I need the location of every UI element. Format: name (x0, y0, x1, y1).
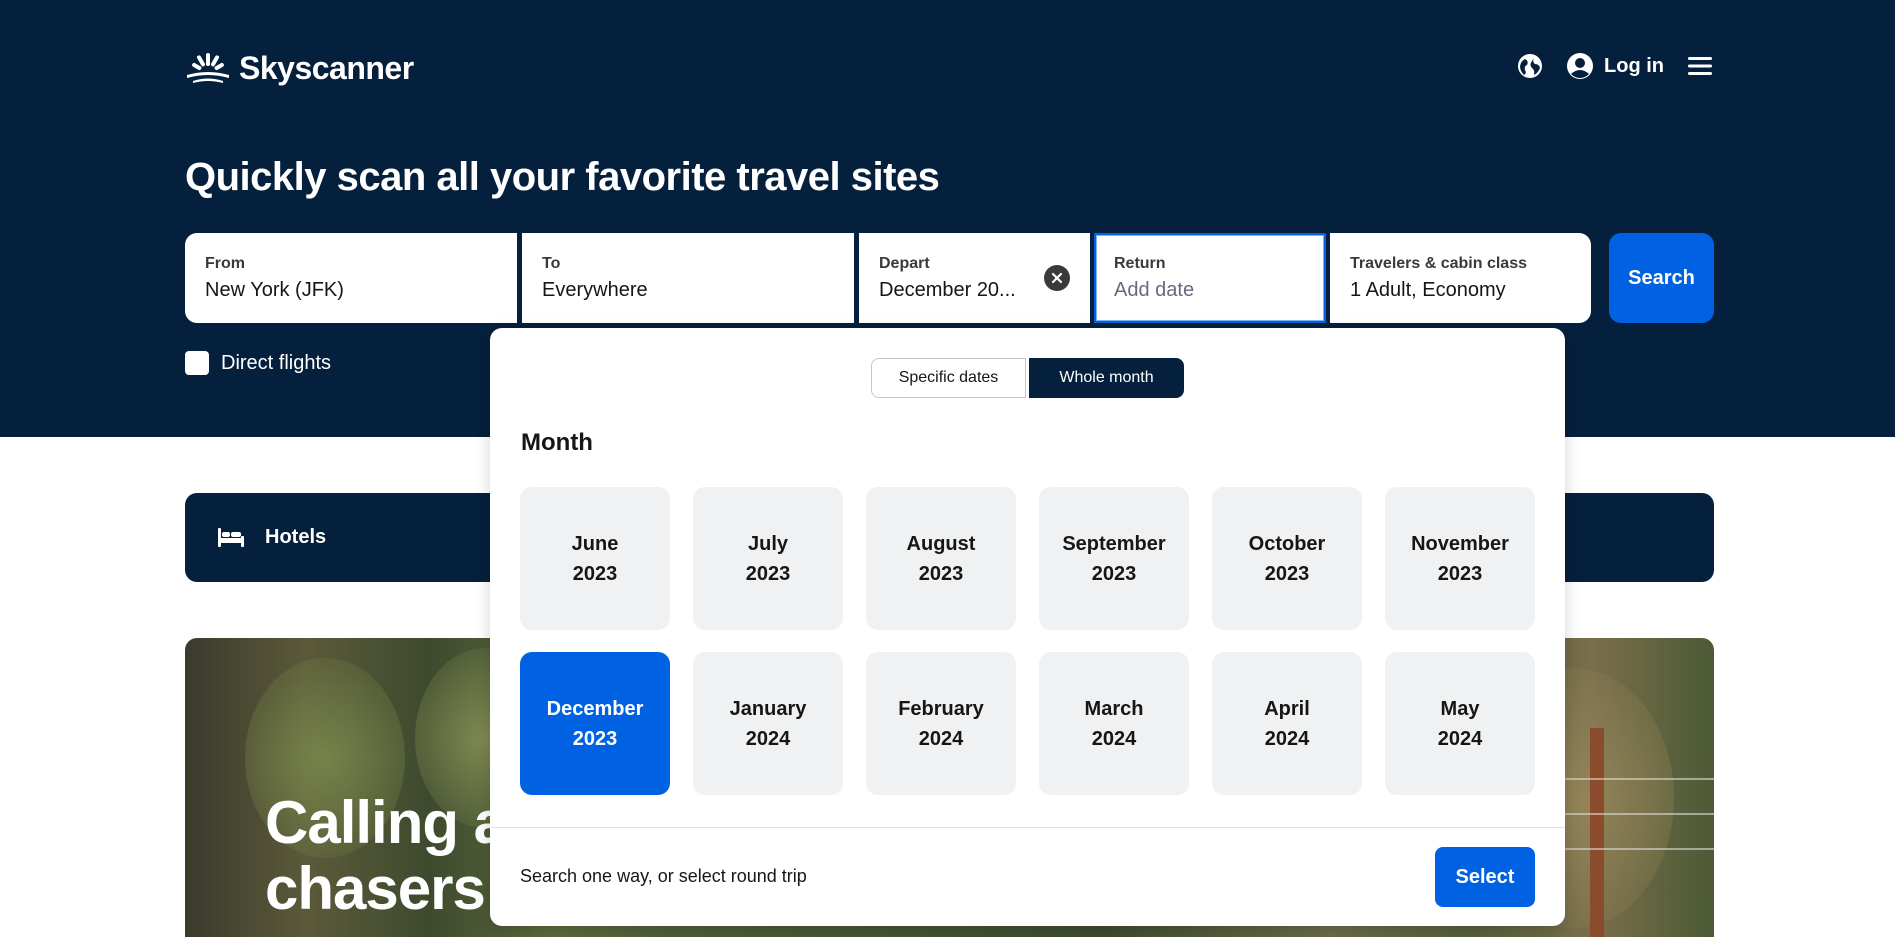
hamburger-menu-icon[interactable] (1686, 52, 1714, 80)
month-name: June (571, 532, 619, 555)
return-placeholder: Add date (1114, 279, 1195, 301)
month-section-title: Month (521, 429, 593, 456)
month-year: 2023 (1437, 562, 1483, 585)
to-label: To (542, 255, 561, 272)
month-tile-october-2023[interactable]: October 2023 (1212, 487, 1362, 630)
to-value: Everywhere (542, 279, 648, 301)
month-year: 2023 (745, 562, 791, 585)
depart-label: Depart (879, 255, 930, 272)
travelers-label: Travelers & cabin class (1350, 255, 1527, 272)
travelers-field[interactable]: Travelers & cabin class 1 Adult, Economy (1330, 233, 1591, 323)
return-field[interactable]: Return Add date (1094, 233, 1326, 323)
date-picker-panel: Specific dates Whole month Month June 202… (490, 328, 1565, 926)
month-year: 2024 (918, 727, 964, 750)
month-tile-march-2024[interactable]: March 2024 (1039, 652, 1189, 795)
month-tile-december-2023[interactable]: December 2023 (520, 652, 670, 795)
month-year: 2024 (1091, 727, 1137, 750)
trip-type-hint: Search one way, or select round trip (520, 866, 807, 886)
month-tile-july-2023[interactable]: July 2023 (693, 487, 843, 630)
specific-dates-tab[interactable]: Specific dates (871, 358, 1026, 398)
skyscanner-logo[interactable]: Skyscanner (185, 50, 414, 87)
month-year: 2023 (1264, 562, 1310, 585)
bed-icon (217, 526, 245, 553)
direct-flights-option[interactable]: Direct flights (185, 351, 331, 375)
globe-icon[interactable] (1516, 52, 1544, 80)
month-tile-january-2024[interactable]: January 2024 (693, 652, 843, 795)
month-name: August (906, 532, 976, 555)
month-year: 2023 (572, 562, 618, 585)
page: Skyscanner Log in Quickly scan all your … (0, 0, 1895, 937)
month-name: May (1440, 697, 1480, 720)
sunburst-logo-icon (187, 52, 229, 83)
month-name: February (898, 697, 984, 720)
depart-value: December 20... (879, 279, 1016, 301)
month-tile-april-2024[interactable]: April 2024 (1212, 652, 1362, 795)
whole-month-tab[interactable]: Whole month (1029, 358, 1184, 398)
brand-wordmark: Skyscanner (239, 50, 414, 86)
depart-field[interactable]: Depart December 20... (859, 233, 1090, 323)
month-tile-august-2023[interactable]: August 2023 (866, 487, 1016, 630)
month-grid: June 2023 July 2023 August 2023 September 20… (520, 487, 1535, 795)
month-name: December (546, 697, 644, 720)
login-button[interactable]: Log in (1566, 52, 1664, 80)
from-label: From (205, 255, 245, 272)
month-name: March (1084, 697, 1144, 720)
month-year: 2024 (1264, 727, 1310, 750)
month-year: 2023 (918, 562, 964, 585)
top-nav: Log in (1516, 52, 1714, 80)
from-field[interactable]: From New York (JFK) (185, 233, 517, 323)
hotels-label: Hotels (265, 526, 327, 548)
date-mode-toggle: Specific dates Whole month (871, 358, 1184, 398)
month-year: 2024 (1437, 727, 1483, 750)
month-name: October (1248, 532, 1326, 555)
from-value: New York (JFK) (205, 279, 344, 301)
select-button[interactable]: Select (1435, 847, 1535, 907)
direct-flights-checkbox[interactable] (185, 351, 209, 375)
month-name: September (1062, 532, 1166, 555)
month-name: January (729, 697, 807, 720)
month-year: 2023 (572, 727, 618, 750)
month-year: 2024 (745, 727, 791, 750)
direct-flights-label: Direct flights (221, 351, 332, 374)
return-label: Return (1114, 255, 1166, 272)
month-year: 2023 (1091, 562, 1137, 585)
panel-divider (490, 827, 1565, 828)
month-name: November (1411, 532, 1509, 555)
page-headline: Quickly scan all your favorite travel si… (185, 155, 940, 199)
login-label: Log in (1604, 54, 1664, 77)
promo-title-line-2: chasers (265, 855, 486, 922)
promo-title: Calling a chasers (265, 789, 507, 922)
to-field[interactable]: To Everywhere (522, 233, 854, 323)
month-tile-november-2023[interactable]: November 2023 (1385, 487, 1535, 630)
user-icon (1566, 52, 1594, 80)
month-tile-september-2023[interactable]: September 2023 (1039, 487, 1189, 630)
travelers-value: 1 Adult, Economy (1350, 279, 1506, 301)
flight-search-bar: From New York (JFK) To Everywhere Depart… (185, 233, 1591, 323)
promo-title-line-1: Calling a (265, 789, 507, 856)
month-name: July (747, 532, 789, 555)
month-tile-february-2024[interactable]: February 2024 (866, 652, 1016, 795)
fence-post-decoration (1590, 728, 1604, 937)
month-tile-may-2024[interactable]: May 2024 (1385, 652, 1535, 795)
month-tile-june-2023[interactable]: June 2023 (520, 487, 670, 630)
clear-depart-icon[interactable] (1044, 265, 1070, 291)
month-name: April (1264, 697, 1310, 720)
search-button[interactable]: Search (1609, 233, 1714, 323)
